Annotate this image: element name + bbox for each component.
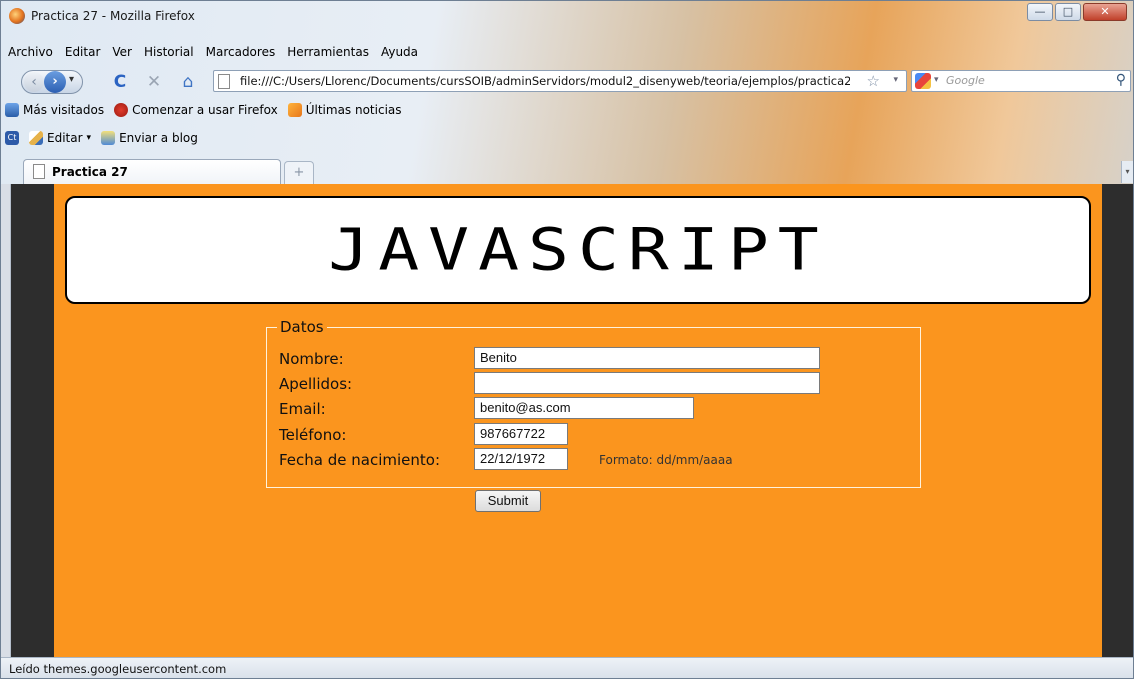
tab-practica-27[interactable]: Practica 27 xyxy=(23,159,281,184)
status-text: Leído themes.googleusercontent.com xyxy=(9,662,227,676)
tab-list-dropdown-icon[interactable]: ▾ xyxy=(1121,161,1133,183)
nombre-label: Nombre: xyxy=(279,350,344,368)
datos-fieldset: Datos Nombre: Benito Apellidos: Email: b… xyxy=(266,318,921,488)
status-bar: Leído themes.googleusercontent.com xyxy=(1,657,1133,678)
content-viewport: JAVASCRIPT Datos Nombre: Benito Apellido… xyxy=(11,184,1133,657)
fecha-label: Fecha de nacimiento: xyxy=(279,451,441,469)
bookmark-label: Más visitados xyxy=(23,103,105,117)
title-bar: Practica 27 - Mozilla Firefox — □ ✕ xyxy=(1,1,1133,31)
maximize-button[interactable]: □ xyxy=(1055,3,1081,21)
search-folder-icon xyxy=(5,103,19,117)
email-label: Email: xyxy=(279,400,326,418)
firefox-icon xyxy=(9,8,25,24)
menu-bar: Archivo Editar Ver Historial Marcadores … xyxy=(5,45,421,59)
email-input[interactable]: benito@as.com xyxy=(474,397,694,419)
menu-ver[interactable]: Ver xyxy=(109,45,135,59)
bookmark-ultimas-noticias[interactable]: Últimas noticias xyxy=(287,103,402,117)
menu-historial[interactable]: Historial xyxy=(141,45,197,59)
window-title: Practica 27 - Mozilla Firefox xyxy=(31,9,195,23)
search-icon[interactable]: ⚲ xyxy=(1116,72,1126,88)
tab-strip: Practica 27 + ▾ xyxy=(1,157,1133,184)
page-icon xyxy=(33,164,45,179)
search-input[interactable]: Google xyxy=(946,74,985,87)
new-tab-button[interactable]: + xyxy=(284,161,314,184)
history-dropdown-icon[interactable]: ▾ xyxy=(69,74,74,85)
back-forward-group: ‹ › ▾ xyxy=(21,70,83,94)
url-text[interactable]: file:///C:/Users/Llorenc/Documents/cursS… xyxy=(240,74,850,88)
submit-button[interactable]: Submit xyxy=(475,490,541,512)
menu-ayuda[interactable]: Ayuda xyxy=(378,45,421,59)
navigation-toolbar: ‹ › ▾ C ✕ ⌂ file:///C:/Users/Llorenc/Doc… xyxy=(1,67,1133,97)
header-banner: JAVASCRIPT xyxy=(65,196,1091,304)
telefono-label: Teléfono: xyxy=(279,426,347,444)
bookmark-mas-visitados[interactable]: Más visitados xyxy=(5,103,104,117)
page-icon xyxy=(218,74,230,89)
fieldset-legend: Datos xyxy=(277,318,327,336)
page-body: JAVASCRIPT Datos Nombre: Benito Apellido… xyxy=(54,184,1102,657)
url-dropdown-icon[interactable]: ▾ xyxy=(893,75,898,85)
forward-button[interactable]: › xyxy=(44,71,66,93)
left-edge xyxy=(1,184,11,657)
search-bar[interactable]: ▾ Google ⚲ xyxy=(911,70,1131,92)
menu-archivo[interactable]: Archivo xyxy=(5,45,56,59)
edit-dropdown-icon[interactable]: ▾ xyxy=(87,133,92,143)
minimize-button[interactable]: — xyxy=(1027,3,1053,21)
stop-icon[interactable]: ✕ xyxy=(143,72,165,92)
send-to-blog-button[interactable]: Enviar a blog xyxy=(101,131,198,145)
close-button[interactable]: ✕ xyxy=(1083,3,1127,21)
reload-icon[interactable]: C xyxy=(109,72,131,92)
pencil-icon xyxy=(29,131,43,145)
url-bar[interactable]: file:///C:/Users/Llorenc/Documents/cursS… xyxy=(213,70,907,92)
menu-marcadores[interactable]: Marcadores xyxy=(203,45,279,59)
back-button[interactable]: ‹ xyxy=(24,72,44,92)
apellidos-input[interactable] xyxy=(474,372,820,394)
menu-editar[interactable]: Editar xyxy=(62,45,104,59)
menu-herramientas[interactable]: Herramientas xyxy=(284,45,372,59)
bookmark-star-icon[interactable]: ☆ xyxy=(867,72,880,90)
window-controls: — □ ✕ xyxy=(1027,3,1127,21)
nombre-input[interactable]: Benito xyxy=(474,347,820,369)
apellidos-label: Apellidos: xyxy=(279,375,353,393)
bookmark-label: Últimas noticias xyxy=(305,103,402,117)
browser-window: Practica 27 - Mozilla Firefox — □ ✕ Arch… xyxy=(0,0,1134,679)
blog-label: Enviar a blog xyxy=(119,131,198,145)
edit-label: Editar xyxy=(47,131,83,145)
search-engine-dropdown-icon[interactable]: ▾ xyxy=(934,75,939,85)
firefox-bookmark-icon xyxy=(114,103,129,117)
bookmarks-toolbar: Más visitados Comenzar a usar Firefox Úl… xyxy=(5,103,402,117)
bookmark-label: Comenzar a usar Firefox xyxy=(132,103,278,117)
telefono-input[interactable]: 987667722 xyxy=(474,423,568,445)
blog-icon xyxy=(101,131,116,145)
search-engine-icon[interactable] xyxy=(915,73,931,89)
bookmark-comenzar-firefox[interactable]: Comenzar a usar Firefox xyxy=(114,103,278,117)
ct-icon[interactable]: Ct xyxy=(5,131,19,145)
banner-title: JAVASCRIPT xyxy=(328,216,828,284)
tab-label: Practica 27 xyxy=(52,165,128,179)
fecha-input[interactable]: 22/12/1972 xyxy=(474,448,568,470)
edit-button[interactable]: Editar ▾ xyxy=(29,131,91,145)
home-icon[interactable]: ⌂ xyxy=(177,72,199,92)
rss-icon xyxy=(287,103,302,117)
extension-toolbar: Ct Editar ▾ Enviar a blog xyxy=(5,131,198,145)
date-format-hint: Formato: dd/mm/aaaa xyxy=(599,453,733,467)
